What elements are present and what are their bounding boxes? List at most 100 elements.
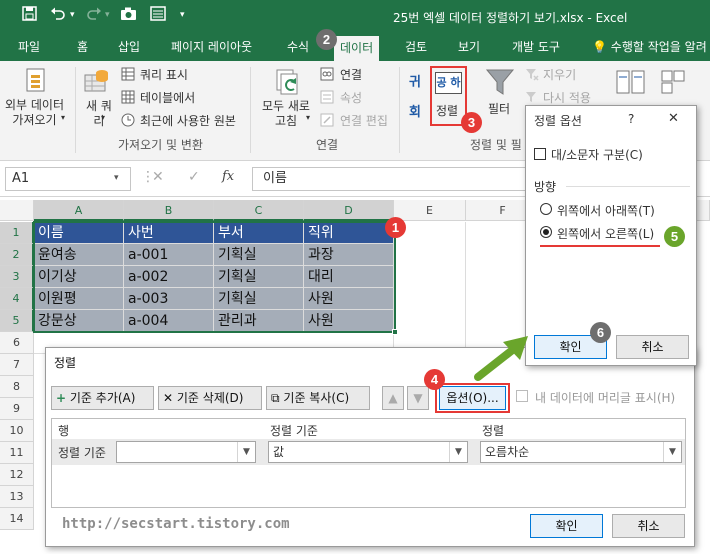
customize-qat-icon[interactable]: ▾ [180,10,185,20]
empty-cells-e[interactable] [394,222,466,354]
row-header-12[interactable]: 12 [0,464,34,486]
column-header-a[interactable]: A [34,200,124,221]
properties-button[interactable]: 속성 [340,89,362,106]
case-sensitive-checkbox[interactable] [534,148,546,160]
row-header-1[interactable]: 1 [0,222,34,244]
row-header-10[interactable]: 10 [0,420,34,442]
copy-level-button[interactable]: ⧉ 기준 복사(C) [266,386,370,410]
tab-page-layout[interactable]: 페이지 레이아웃 [171,34,252,61]
tab-home[interactable]: 홈 [77,34,88,61]
options-dialog-title: 정렬 옵션 [534,114,582,128]
cell-a4[interactable]: 이원평 [34,288,124,310]
tab-data[interactable]: 데이터 [334,36,380,61]
reapply-button[interactable]: 다시 적용 [543,89,591,106]
form-icon[interactable] [150,6,166,25]
connections-button[interactable]: 연결 [340,66,362,83]
tell-me-box[interactable]: 💡 수행할 작업을 알려 [592,34,707,61]
row-header-14[interactable]: 14 [0,508,34,530]
select-all-corner[interactable] [0,200,34,221]
undo-dropdown-icon[interactable]: ▾ [70,10,75,20]
cell-d3[interactable]: 대리 [304,266,394,288]
fill-handle[interactable] [392,329,398,335]
tab-insert[interactable]: 삽입 [118,34,140,61]
sort-ascending-button[interactable]: 귀 [409,71,421,90]
move-down-button[interactable]: ▼ [407,386,429,410]
row-header-7[interactable]: 7 [0,354,34,376]
close-icon[interactable]: ✕ [668,111,679,126]
options-button[interactable]: 옵션(O)... [439,386,506,410]
row-header-4[interactable]: 4 [0,288,34,310]
step-badge-1: 1 [385,217,406,238]
cell-d2[interactable]: 과장 [304,244,394,266]
from-table-button[interactable]: 테이블에서 [140,89,195,106]
undo-icon[interactable] [50,6,66,25]
column-header-b[interactable]: B [124,200,214,221]
order-select[interactable]: 오름차순 ▼ [480,441,682,463]
insert-function-button[interactable]: fx [222,169,234,184]
cell-b3[interactable]: a-002 [124,266,214,288]
header-checkbox[interactable] [516,390,528,402]
tab-developer[interactable]: 개발 도구 [512,34,560,61]
left-to-right-radio[interactable] [540,226,552,238]
cell-c5[interactable]: 관리과 [214,310,304,332]
move-up-button[interactable]: ▲ [382,386,404,410]
cell-a5[interactable]: 강문상 [34,310,124,332]
refresh-all-button[interactable]: 모두 새로 고침 [262,99,310,129]
sort-on-select[interactable]: 값 ▼ [268,441,468,463]
row-header-6[interactable]: 6 [0,332,34,354]
row-header-2[interactable]: 2 [0,244,34,266]
top-to-bottom-radio[interactable] [540,203,552,215]
name-box-dropdown-icon[interactable]: ▾ [114,173,119,183]
save-icon[interactable] [22,6,37,25]
sort-ok-button[interactable]: 확인 [530,514,603,538]
cell-d5[interactable]: 사원 [304,310,394,332]
new-query-button[interactable]: 새 쿼 리 [86,99,112,129]
row-header-8[interactable]: 8 [0,376,34,398]
get-external-data-button[interactable]: 외부 데이터 가져오기 [5,98,64,128]
name-box[interactable]: A1 [5,167,131,191]
cell-d1[interactable]: 직위 [304,222,394,244]
cell-c2[interactable]: 기획실 [214,244,304,266]
cell-b4[interactable]: a-003 [124,288,214,310]
clear-button[interactable]: 지우기 [543,66,576,83]
tab-file[interactable]: 파일 [18,34,40,61]
sort-cancel-button[interactable]: 취소 [612,514,685,538]
show-queries-button[interactable]: 쿼리 표시 [140,66,188,83]
sort-descending-button[interactable]: 회 [409,101,421,120]
delete-level-button[interactable]: ✕ 기준 삭제(D) [158,386,262,410]
tab-view[interactable]: 보기 [458,34,480,61]
row-header-11[interactable]: 11 [0,442,34,464]
row-header-13[interactable]: 13 [0,486,34,508]
confirm-entry-icon[interactable]: ✓ [188,169,200,185]
add-level-button[interactable]: + 기준 추가(A) [51,386,154,410]
options-cancel-button[interactable]: 취소 [616,335,689,359]
column-header-d[interactable]: D [304,200,394,221]
recent-sources-button[interactable]: 최근에 사용한 원본 [140,112,236,129]
cell-b2[interactable]: a-001 [124,244,214,266]
tab-formulas[interactable]: 수식 [287,34,309,61]
cell-a3[interactable]: 이기상 [34,266,124,288]
column-header-c[interactable]: C [214,200,304,221]
formula-input[interactable]: 이름 [252,167,532,191]
cell-d4[interactable]: 사원 [304,288,394,310]
cancel-entry-icon[interactable]: ✕ [152,169,164,185]
cell-c3[interactable]: 기획실 [214,266,304,288]
cell-b1[interactable]: 사번 [124,222,214,244]
camera-icon[interactable] [120,6,137,25]
column-header-e[interactable]: E [394,200,466,221]
cell-c1[interactable]: 부서 [214,222,304,244]
help-icon[interactable]: ? [628,112,634,126]
column-select[interactable]: ▼ [116,441,256,463]
cell-a2[interactable]: 윤여송 [34,244,124,266]
redo-dropdown-icon[interactable]: ▾ [105,10,110,20]
cell-a1[interactable]: 이름 [34,222,124,244]
row-header-3[interactable]: 3 [0,266,34,288]
cell-c4[interactable]: 기획실 [214,288,304,310]
redo-icon[interactable] [86,6,102,25]
row-header-5[interactable]: 5 [0,310,34,332]
row-header-9[interactable]: 9 [0,398,34,420]
edit-links-button[interactable]: 연결 편집 [340,112,388,129]
filter-button[interactable]: 필터 [488,100,510,117]
cell-b5[interactable]: a-004 [124,310,214,332]
tab-review[interactable]: 검토 [405,34,427,61]
